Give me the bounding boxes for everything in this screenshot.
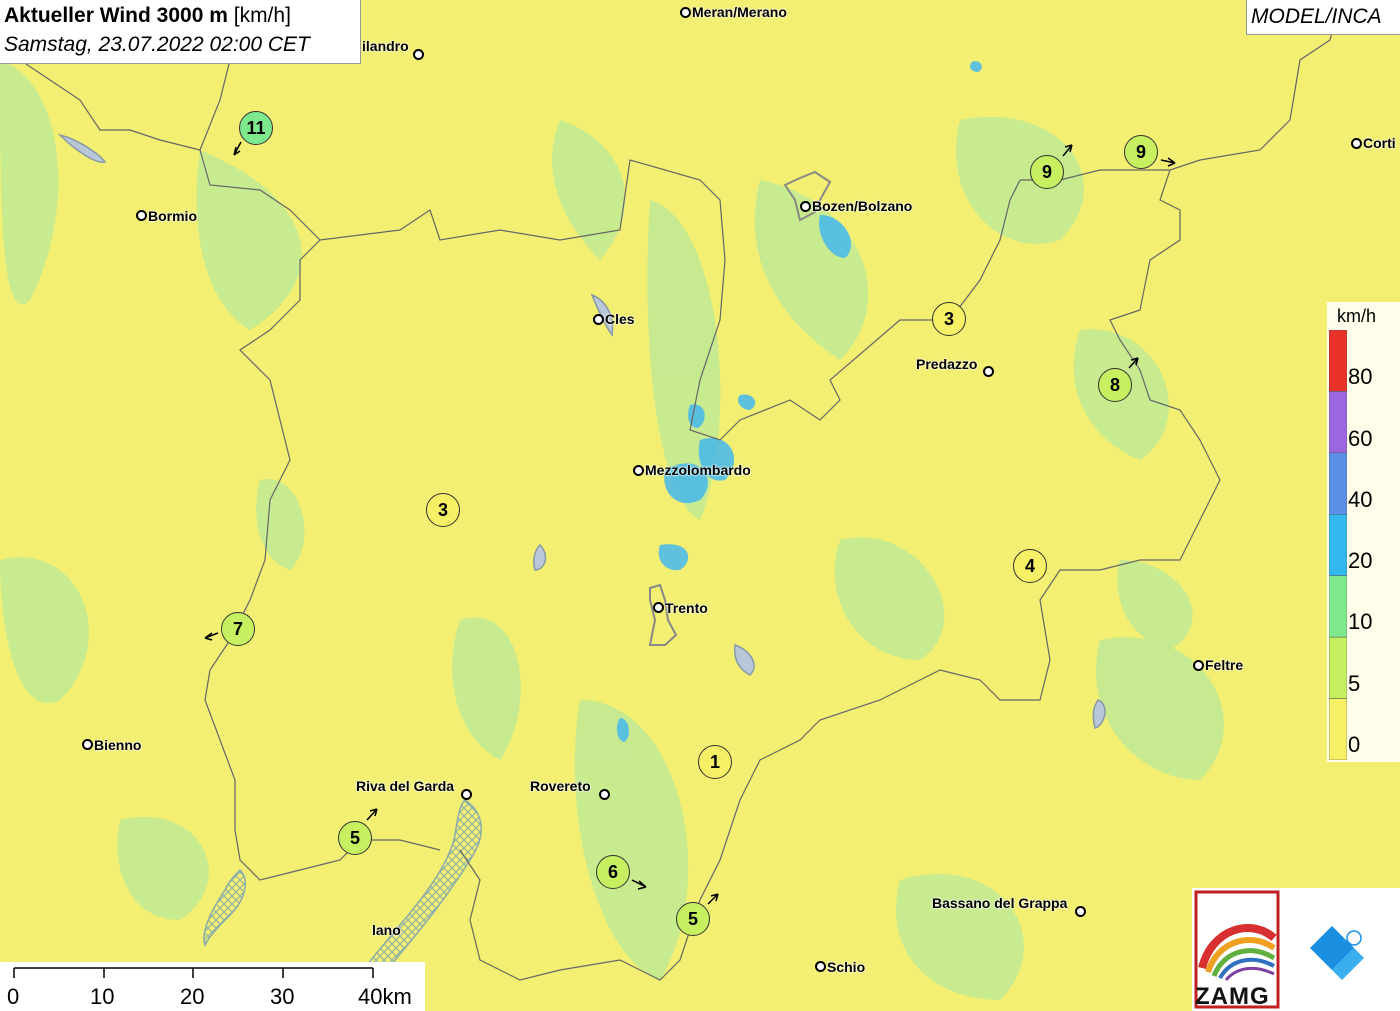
city-label[interactable]: lano [372, 922, 401, 938]
wind-station[interactable]: 3 [426, 493, 460, 527]
city-label[interactable]: Bienno [94, 737, 141, 753]
legend-title: km/h [1337, 306, 1377, 326]
wind-station[interactable]: 1 [698, 745, 732, 779]
city-label[interactable]: Bozen/Bolzano [812, 198, 912, 214]
city-label[interactable]: Cles [605, 311, 635, 327]
city-dot [599, 789, 610, 800]
scale-label: 30 [270, 984, 295, 1009]
city-label[interactable]: Bassano del Grappa [932, 895, 1067, 911]
legend-color-segment [1329, 452, 1347, 515]
legend-label: 80 [1348, 364, 1373, 389]
city-label[interactable]: Bormio [148, 208, 197, 224]
wind-station[interactable]: 9 [1030, 155, 1064, 189]
city-label[interactable]: Feltre [1205, 657, 1243, 673]
wind-map[interactable] [0, 0, 1400, 1011]
scale-label: 40km [358, 984, 412, 1009]
city-label[interactable]: Rovereto [530, 778, 591, 794]
city-dot [1351, 138, 1362, 149]
legend-color-segment [1329, 575, 1347, 638]
legend-label: 60 [1348, 426, 1373, 451]
legend-label: 40 [1348, 487, 1373, 512]
city-dot [800, 201, 811, 212]
city-dot [136, 210, 147, 221]
city-dot [680, 7, 691, 18]
legend-label: 0 [1348, 732, 1361, 757]
city-dot [1075, 906, 1086, 917]
city-label[interactable]: ilandro [362, 38, 409, 54]
legend-label: 5 [1348, 671, 1361, 696]
city-dot [653, 602, 664, 613]
scale-label: 10 [90, 984, 115, 1009]
legend-color-segment [1329, 391, 1347, 454]
wind-station[interactable]: 8 [1098, 368, 1132, 402]
city-label[interactable]: Schio [827, 959, 865, 975]
city-label[interactable]: Trento [665, 600, 708, 616]
city-dot [815, 961, 826, 972]
model-label: MODEL/INCA [1251, 5, 1382, 28]
map-datetime: Samstag, 23.07.2022 02:00 CET [4, 33, 310, 56]
legend-color-segment [1329, 330, 1347, 392]
city-label[interactable]: Mezzolombardo [645, 462, 751, 478]
city-label[interactable]: Corti [1363, 135, 1396, 151]
logo-area: ZAMG [1192, 888, 1400, 1011]
wind-station[interactable]: 9 [1124, 135, 1158, 169]
scale-bar: 0 10 20 30 40km [0, 962, 425, 1011]
city-dot [1193, 660, 1204, 671]
city-dot [82, 739, 93, 750]
wind-station[interactable]: 4 [1013, 549, 1047, 583]
legend-color-segment [1329, 636, 1347, 699]
model-box: MODEL/INCA [1246, 0, 1400, 35]
legend-color-segment [1329, 514, 1347, 576]
city-dot [461, 789, 472, 800]
wind-station[interactable]: 7 [221, 612, 255, 646]
city-dot [413, 49, 424, 60]
wind-station[interactable]: 11 [239, 111, 273, 145]
scale-label: 20 [180, 984, 205, 1009]
city-dot [633, 465, 644, 476]
title-box: Aktueller Wind 3000 m [km/h] Samstag, 23… [0, 0, 361, 64]
wind-station[interactable]: 3 [932, 302, 966, 336]
wind-station[interactable]: 5 [338, 821, 372, 855]
wind-station[interactable]: 6 [596, 855, 630, 889]
city-dot [593, 314, 604, 325]
legend-color-bar [1329, 330, 1347, 760]
legend-label: 10 [1348, 609, 1373, 634]
city-dot [983, 366, 994, 377]
legend-label: 20 [1348, 548, 1373, 573]
city-label[interactable]: Meran/Merano [692, 4, 787, 20]
map-title: Aktueller Wind 3000 m [km/h] [4, 4, 291, 27]
scale-label: 0 [7, 984, 20, 1009]
wind-station[interactable]: 5 [676, 902, 710, 936]
city-label[interactable]: Riva del Garda [356, 778, 454, 794]
zamg-logo-text: ZAMG [1195, 983, 1270, 1010]
legend-color-segment [1329, 698, 1347, 760]
city-label[interactable]: Predazzo [916, 356, 977, 372]
